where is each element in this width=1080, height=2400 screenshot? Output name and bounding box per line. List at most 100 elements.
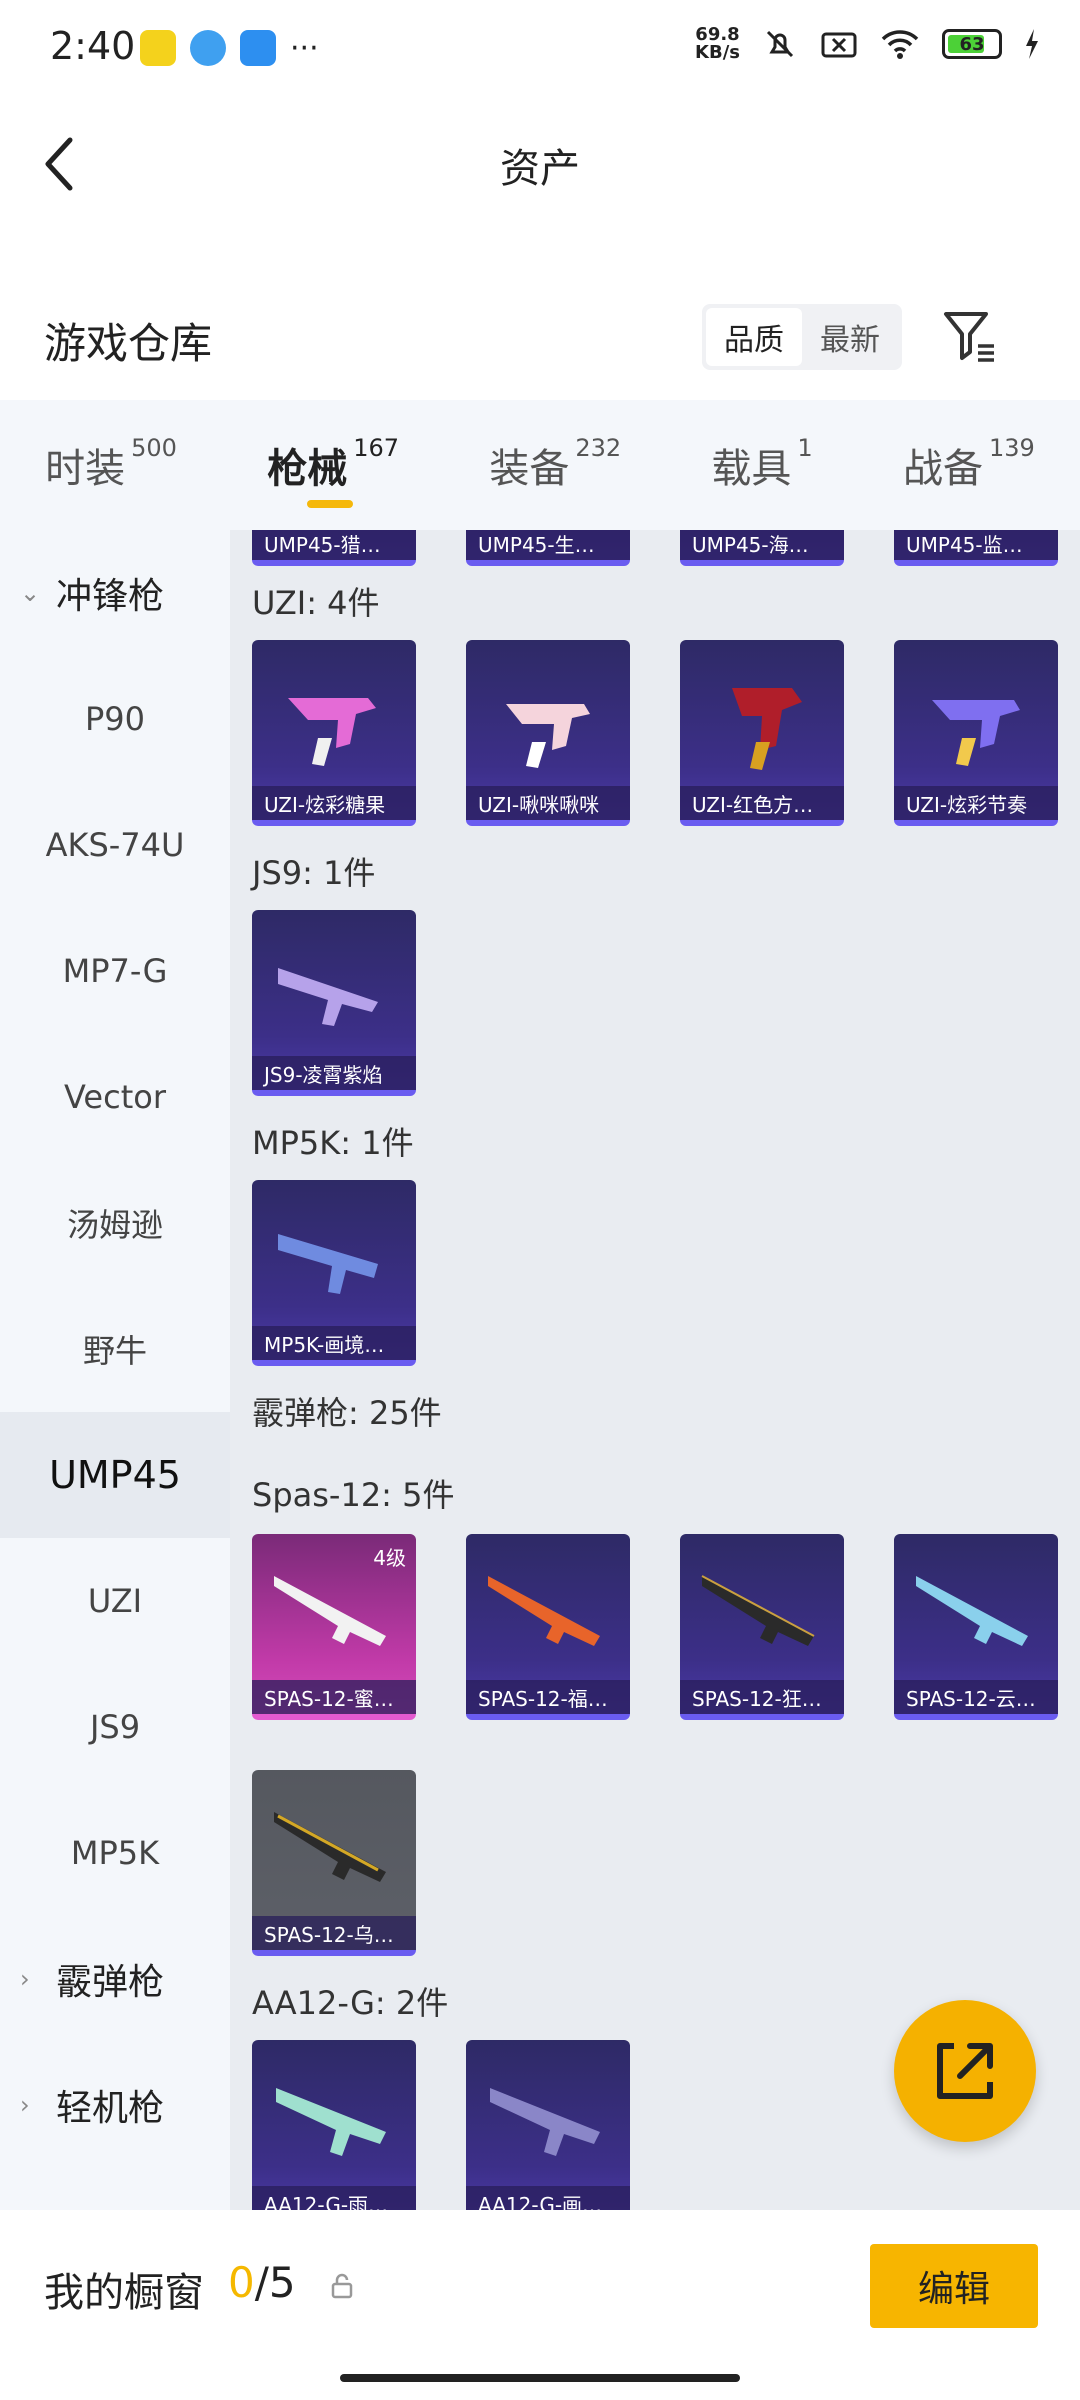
shotgun-icon — [274, 1576, 386, 1646]
wifi-icon — [881, 30, 919, 59]
showcase-current: 0 — [228, 2258, 255, 2307]
skin-name: AA12-G-雨… — [252, 2186, 416, 2210]
mute-icon — [766, 30, 794, 58]
sidebar-item-js9[interactable]: JS9 — [0, 1664, 230, 1790]
sidebar-item-mp5k[interactable]: MP5K — [0, 1790, 230, 1916]
skin-card[interactable]: UZI-红色方… — [680, 640, 844, 826]
skin-name: SPAS-12-蜜… — [252, 1680, 416, 1714]
skin-card[interactable]: AA12-G-雨… — [252, 2040, 416, 2210]
tab-weapons[interactable]: 枪械 167 — [267, 434, 400, 508]
tab-label: 载具 — [711, 446, 792, 492]
showcase-bar: 我的橱窗 0/5 编辑 — [0, 2210, 1080, 2360]
smg-icon — [288, 698, 376, 766]
weapon-category-sidebar: ⌄ 冲锋枪 P90 AKS-74U MP7-G Vector 汤姆逊 野牛 UMP… — [0, 530, 230, 2210]
message-notification-icon — [240, 30, 276, 66]
skin-card[interactable]: SPAS-12-狂… — [680, 1534, 844, 1720]
sidebar-item-ump45[interactable]: UMP45 — [0, 1412, 230, 1538]
browser-notification-icon — [190, 30, 226, 66]
shotgun-icon — [274, 1812, 386, 1882]
skin-card[interactable]: UZI-啾咪啾咪 — [466, 640, 630, 826]
skin-card[interactable]: JS9-凌霄紫焰 — [252, 910, 416, 1096]
tab-count: 139 — [988, 434, 1035, 462]
skin-card[interactable]: UMP45-海… — [680, 530, 844, 566]
skin-name: JS9-凌霄紫焰 — [252, 1056, 416, 1090]
tab-label: 枪械 — [267, 446, 348, 492]
chevron-right-icon: › — [20, 1965, 30, 1993]
sidebar-item-label: 轻机枪 — [56, 2088, 165, 2129]
sidebar-item-label: 霰弹枪 — [56, 1962, 165, 2003]
shotgun-icon — [276, 2088, 386, 2156]
skin-name: UZI-炫彩节奏 — [894, 786, 1058, 820]
status-time: 2:40 — [50, 24, 136, 68]
network-speed: 69.8 KB/s — [695, 26, 740, 62]
showcase-count: 0/5 — [228, 2258, 296, 2307]
category-tabs: 时装 500 枪械 167 装备 232 载具 1 战备 139 — [0, 400, 1080, 530]
warehouse-header: 游戏仓库 品质 最新 — [0, 290, 1080, 400]
filter-icon[interactable] — [940, 306, 1000, 366]
skin-card[interactable]: UZI-炫彩节奏 — [894, 640, 1058, 826]
lock-icon — [331, 2273, 353, 2299]
skin-name: AA12-G-画… — [466, 2186, 630, 2210]
share-fab[interactable] — [894, 2000, 1036, 2142]
sort-newest[interactable]: 最新 — [802, 308, 898, 366]
more-notifications-icon: ··· — [290, 30, 319, 66]
sort-quality[interactable]: 品质 — [706, 308, 802, 366]
smg-icon — [506, 704, 590, 768]
edit-button[interactable]: 编辑 — [870, 2244, 1038, 2328]
skin-card[interactable]: MP5K-画境… — [252, 1180, 416, 1366]
group-header-mp5k: MP5K: 1件 — [252, 1124, 414, 1162]
tab-active-indicator — [307, 500, 354, 508]
skin-card[interactable]: SPAS-12-福… — [466, 1534, 630, 1720]
sidebar-item-shotgun[interactable]: › 霰弹枪 — [0, 1916, 230, 2042]
tab-count: 500 — [131, 434, 177, 462]
skin-name: SPAS-12-乌… — [252, 1916, 416, 1950]
sidebar-item-label: 冲锋枪 — [56, 576, 165, 617]
sidebar-item-vector[interactable]: Vector — [0, 1034, 230, 1160]
shotgun-icon — [701, 1575, 815, 1646]
sidebar-item-smg[interactable]: ⌄ 冲锋枪 — [0, 530, 230, 656]
skin-card[interactable]: UMP45-生… — [466, 530, 630, 566]
tab-count: 232 — [575, 434, 622, 462]
skin-name: UZI-红色方… — [680, 786, 844, 820]
sidebar-item-uzi[interactable]: UZI — [0, 1538, 230, 1664]
skin-card[interactable]: AA12-G-画… — [466, 2040, 630, 2210]
sidebar-item-mp7g[interactable]: MP7-G — [0, 908, 230, 1034]
tab-label: 装备 — [489, 446, 570, 492]
sidebar-item-p90[interactable]: P90 — [0, 656, 230, 782]
tab-vehicles[interactable]: 载具 1 — [711, 434, 812, 494]
sidebar-item-bizon[interactable]: 野牛 — [0, 1286, 230, 1412]
top-header: 资产 — [0, 100, 1080, 230]
tab-label: 战备 — [902, 446, 983, 492]
no-sim-icon — [821, 32, 857, 58]
tab-fashion[interactable]: 时装 500 — [45, 434, 177, 494]
battery-icon: 63 — [942, 29, 1002, 59]
status-right: 69.8 KB/s 63 — [695, 26, 1040, 62]
skin-card[interactable]: SPAS-12-云… — [894, 1534, 1058, 1720]
section-title: 游戏仓库 — [44, 319, 213, 368]
sidebar-item-lmg[interactable]: › 轻机枪 — [0, 2042, 230, 2168]
group-header-spas12: Spas-12: 5件 — [252, 1476, 455, 1514]
sidebar-item-thompson[interactable]: 汤姆逊 — [0, 1160, 230, 1286]
tab-gear[interactable]: 战备 139 — [902, 434, 1035, 494]
tab-label: 时装 — [45, 446, 126, 492]
group-header-js9: JS9: 1件 — [252, 854, 376, 892]
skin-card[interactable]: 4级 SPAS-12-蜜… — [252, 1534, 416, 1720]
tab-equipment[interactable]: 装备 232 — [489, 434, 622, 494]
sidebar-item-aks74u[interactable]: AKS-74U — [0, 782, 230, 908]
smg-icon — [278, 1234, 378, 1294]
skin-name: UMP45-生… — [466, 530, 630, 560]
home-indicator[interactable] — [340, 2374, 740, 2382]
tab-count: 167 — [353, 434, 400, 462]
skin-name: SPAS-12-云… — [894, 1680, 1058, 1714]
skin-name: UMP45-海… — [680, 530, 844, 560]
group-header-uzi: UZI: 4件 — [252, 584, 380, 622]
group-header-aa12: AA12-G: 2件 — [252, 1984, 449, 2022]
skin-card[interactable]: UZI-炫彩糖果 — [252, 640, 416, 826]
network-speed-unit: KB/s — [695, 42, 740, 63]
skin-card[interactable]: UMP45-猎… — [252, 530, 416, 566]
skin-card[interactable]: UMP45-监… — [894, 530, 1058, 566]
battery-level: 63 — [959, 33, 985, 55]
showcase-total: /5 — [254, 2258, 296, 2307]
skin-card[interactable]: SPAS-12-乌… — [252, 1770, 416, 1956]
group-header-shotgun: 霰弹枪: 25件 — [252, 1394, 442, 1432]
